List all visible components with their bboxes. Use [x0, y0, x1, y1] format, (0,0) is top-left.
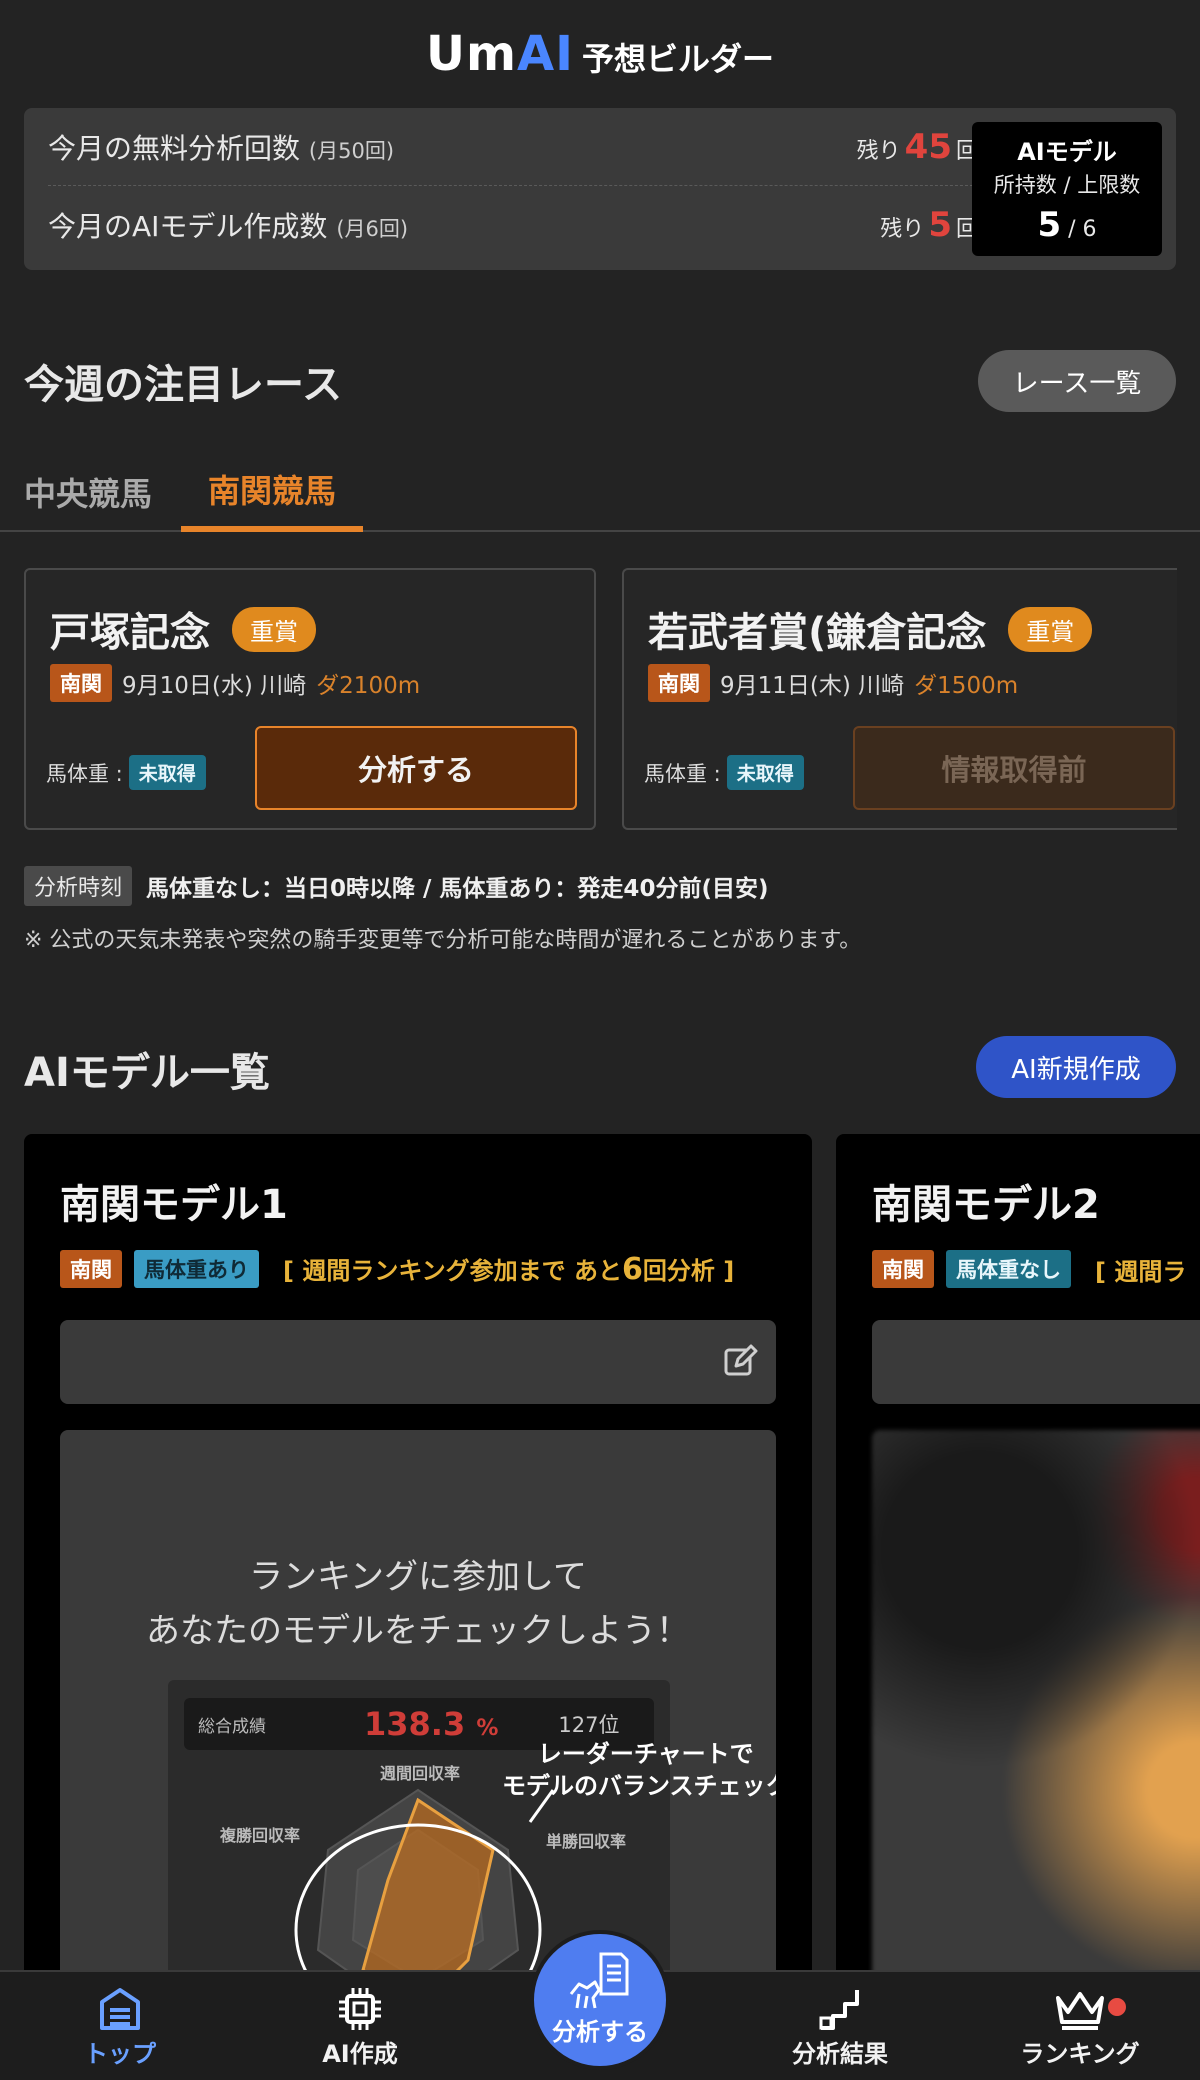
ai-new-model-button[interactable]: AI新規作成: [976, 1036, 1176, 1098]
preview-rank: 127位: [558, 1713, 620, 1737]
analyze-race-button[interactable]: 分析する: [255, 726, 577, 810]
race-distance: ダ2100m: [316, 673, 421, 699]
result-icon: [819, 1990, 859, 2030]
home-icon: [100, 1988, 140, 2030]
grade-badge: 重賞: [1008, 606, 1093, 652]
model-create-label: 今月のAIモデル作成数: [48, 210, 328, 243]
nav-results[interactable]: 分析結果: [740, 1980, 940, 2080]
info-pending-button: 情報取得前: [853, 726, 1175, 810]
model-name: 南関モデル1: [60, 1182, 288, 1228]
tab-nankan[interactable]: 南関競馬: [181, 452, 363, 532]
crown-icon: [1056, 1992, 1104, 2030]
model-memo-field[interactable]: [60, 1320, 776, 1404]
weight-status-badge: 未取得: [726, 755, 804, 790]
analysis-time: 分析時刻 馬体重なし：当日0時以降 / 馬体重あり：発走40分前(目安): [24, 866, 768, 906]
chip-icon: [339, 1988, 381, 2030]
promo-line-2: あなたのモデルをチェックしよう！: [146, 1611, 690, 1651]
logo-subtitle: 予想ビルダー: [582, 40, 775, 78]
region-tag: 南関: [872, 1250, 934, 1288]
race-name: 若武者賞(鎌倉記念: [648, 610, 987, 656]
app-header: UmAI 予想ビルダー: [0, 0, 1200, 108]
analysis-time-text: 馬体重なし：当日0時以降 / 馬体重あり：発走40分前(目安): [146, 876, 769, 902]
model-create-limit: (月6回): [336, 217, 409, 241]
model-memo-field[interactable]: [872, 1320, 1200, 1404]
region-tag: 南関: [60, 1250, 122, 1288]
tab-central[interactable]: 中央競馬: [24, 452, 156, 532]
ranking-promo: ランキングに参加して あなたのモデルをチェックしよう！ 総合成績 138.3 %…: [60, 1430, 776, 1994]
model-count-value: 5 / 6: [1037, 205, 1097, 245]
model-name: 南関モデル2: [872, 1182, 1100, 1228]
weight-status-badge: 未取得: [128, 755, 206, 790]
weight-tag: 馬体重なし: [946, 1250, 1071, 1288]
radar-chart-icon: [294, 1788, 555, 1994]
ai-models-title: AIモデル一覧: [24, 1050, 270, 1096]
notification-dot: [1108, 1998, 1126, 2016]
featured-races-title: 今週の注目レース: [24, 362, 342, 408]
edit-icon[interactable]: [722, 1344, 758, 1380]
region-tag: 南関: [50, 664, 112, 702]
analyze-icon: [569, 1952, 629, 2009]
race-region-tabs: 中央競馬 南関競馬: [0, 452, 1200, 532]
free-analysis-label: 今月の無料分析回数: [48, 131, 301, 165]
model-create-remaining: 残り 5 回: [880, 205, 978, 245]
model-card[interactable]: 南関モデル1 南関 馬体重あり [ 週間ランキング参加まで あと6回分析 ] ラ…: [24, 1134, 812, 1994]
grade-badge: 重賞: [232, 606, 316, 652]
nav-ranking[interactable]: ランキング: [980, 1980, 1180, 2080]
free-analysis-remaining: 残り 45 回: [856, 126, 978, 167]
model-count-title: AIモデル: [1017, 138, 1117, 166]
weight-label: 馬体重 :: [46, 761, 123, 786]
analysis-time-tag: 分析時刻: [24, 866, 133, 906]
race-list-button[interactable]: レース一覧: [978, 350, 1176, 412]
race-card: 戸塚記念 重賞 南関 9月10日(水) 川崎 ダ2100m 馬体重 : 未取得 …: [24, 568, 596, 830]
model-count-box: AIモデル 所持数 / 上限数 5 / 6: [972, 122, 1162, 256]
region-tag: 南関: [648, 664, 710, 702]
promo-line-1: ランキングに参加して: [249, 1557, 587, 1597]
free-analysis-row: 今月の無料分析回数 (月50回) 残り 45 回: [48, 108, 978, 186]
model-count-subtitle: 所持数 / 上限数: [993, 173, 1141, 197]
model-card[interactable]: 南関モデル2 南関 馬体重なし [ 週間ラ: [836, 1134, 1200, 1994]
race-date: 9月11日(木) 川崎: [720, 673, 905, 699]
ranking-progress-hint: [ 週間ラ: [1095, 1257, 1187, 1286]
weight-label: 馬体重 :: [644, 761, 721, 786]
free-analysis-limit: (月50回): [308, 138, 395, 163]
weight-tag: 馬体重あり: [134, 1250, 259, 1288]
usage-summary: 今月の無料分析回数 (月50回) 残り 45 回 今月のAIモデル作成数 (月6回)…: [24, 108, 1176, 270]
nav-analyze-button[interactable]: 分析する: [530, 1930, 670, 2070]
app-logo[interactable]: UmAI 予想ビルダー: [426, 26, 774, 82]
race-card: 若武者賞(鎌倉記念 重賞 南関 9月11日(木) 川崎 ダ1500m 馬体重 :…: [622, 568, 1177, 830]
race-name: 戸塚記念: [50, 610, 210, 656]
preview-percentage: 138.3 %: [364, 1705, 499, 1743]
blurred-chart-preview: [872, 1430, 1200, 1994]
race-date: 9月10日(水) 川崎: [122, 673, 307, 699]
nav-top[interactable]: トップ: [20, 1980, 220, 2080]
logo-mark: UmAI: [425, 26, 574, 82]
nav-ai-create[interactable]: AI作成: [260, 1980, 460, 2080]
model-create-row: 今月のAIモデル作成数 (月6回) 残り 5 回: [48, 186, 978, 264]
ranking-progress-hint: [ 週間ランキング参加まで あと6回分析 ]: [283, 1252, 735, 1287]
radar-callout: レーダーチャートで モデルのバランスチェック: [502, 1740, 776, 1800]
analysis-note: ※ 公式の天気未発表や突然の騎手変更等で分析可能な時間が遅れることがあります。: [24, 928, 862, 953]
race-distance: ダ1500m: [914, 673, 1019, 699]
preview-label: 総合成績: [198, 1716, 266, 1737]
